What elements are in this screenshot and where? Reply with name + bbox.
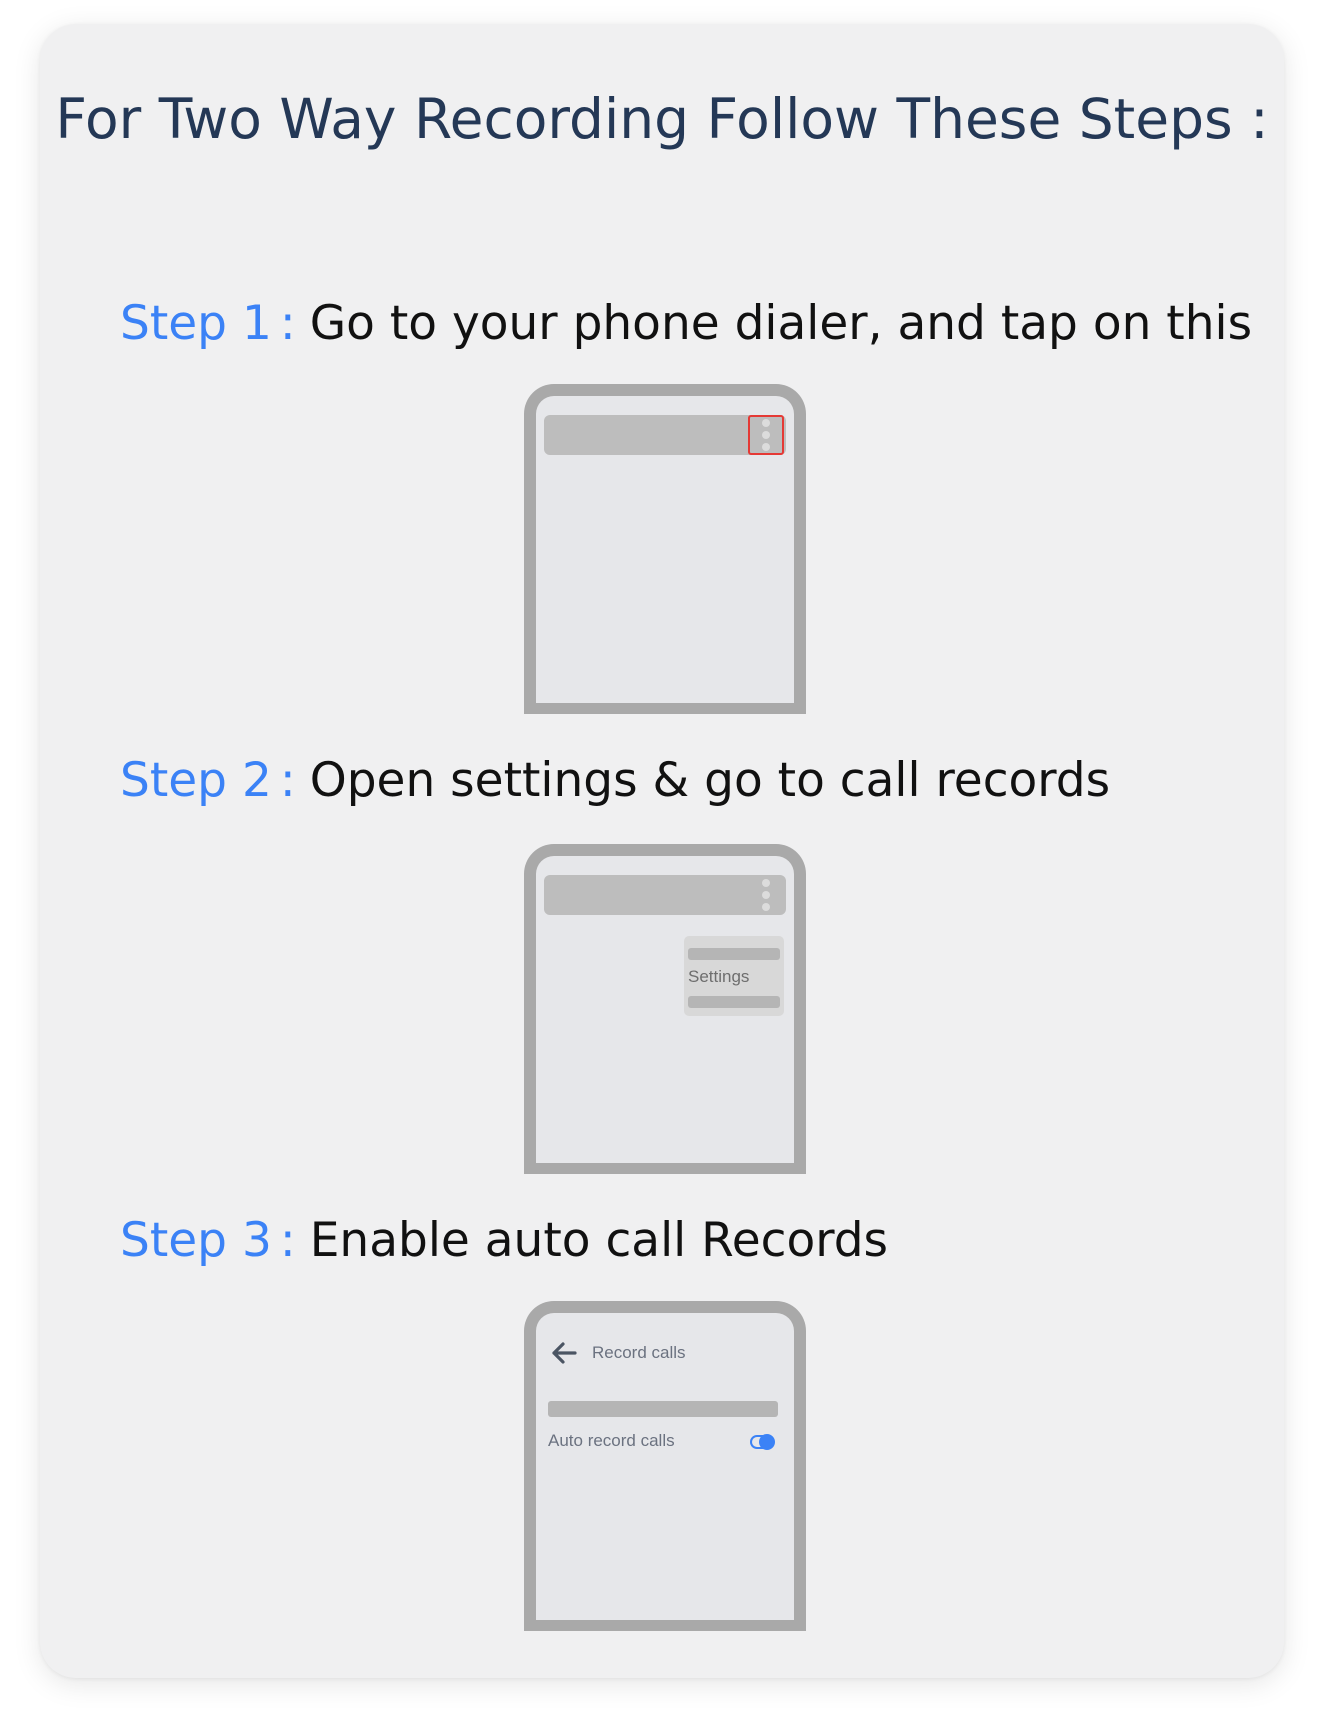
more-options-icon (748, 875, 784, 915)
dialer-top-bar (544, 415, 786, 455)
menu-placeholder-bar (688, 948, 780, 960)
step-2-label: Step 2 (120, 753, 272, 808)
auto-record-toggle (750, 1434, 775, 1450)
step-2-separator: : (279, 753, 296, 808)
instructions-card: For Two Way Recording Follow These Steps… (40, 24, 1284, 1678)
step-1-text: Go to your phone dialer, and tap on this (309, 296, 1253, 351)
step-3-text: Enable auto call Records (309, 1213, 889, 1268)
step-3-heading: Step 3: Enable auto call Records (120, 1211, 888, 1271)
settings-placeholder-bar (548, 1401, 778, 1417)
auto-record-label: Auto record calls (548, 1431, 675, 1450)
menu-item-settings: Settings (688, 967, 750, 986)
step-1-separator: : (279, 296, 296, 351)
menu-placeholder-bar (688, 996, 780, 1008)
step-3-label: Step 3 (120, 1213, 272, 1268)
step-1-label: Step 1 (120, 296, 272, 351)
more-options-icon (748, 415, 784, 455)
phone-illustration-settings-menu: Settings (524, 844, 806, 1174)
step-2-heading: Step 2: Open settings & go to call record… (120, 751, 1110, 811)
record-calls-title: Record calls (592, 1343, 686, 1362)
step-2-text: Open settings & go to call records (309, 753, 1111, 808)
toggle-knob (759, 1434, 775, 1450)
phone-illustration-dialer (524, 384, 806, 714)
options-menu: Settings (684, 936, 784, 1016)
step-3-separator: : (279, 1213, 296, 1268)
page-title: For Two Way Recording Follow These Steps… (55, 87, 1269, 151)
step-1-heading: Step 1: Go to your phone dialer, and tap … (120, 294, 1252, 354)
back-arrow-icon (550, 1341, 578, 1370)
phone-illustration-record-calls: Record calls Auto record calls (524, 1301, 806, 1631)
dialer-top-bar (544, 875, 786, 915)
